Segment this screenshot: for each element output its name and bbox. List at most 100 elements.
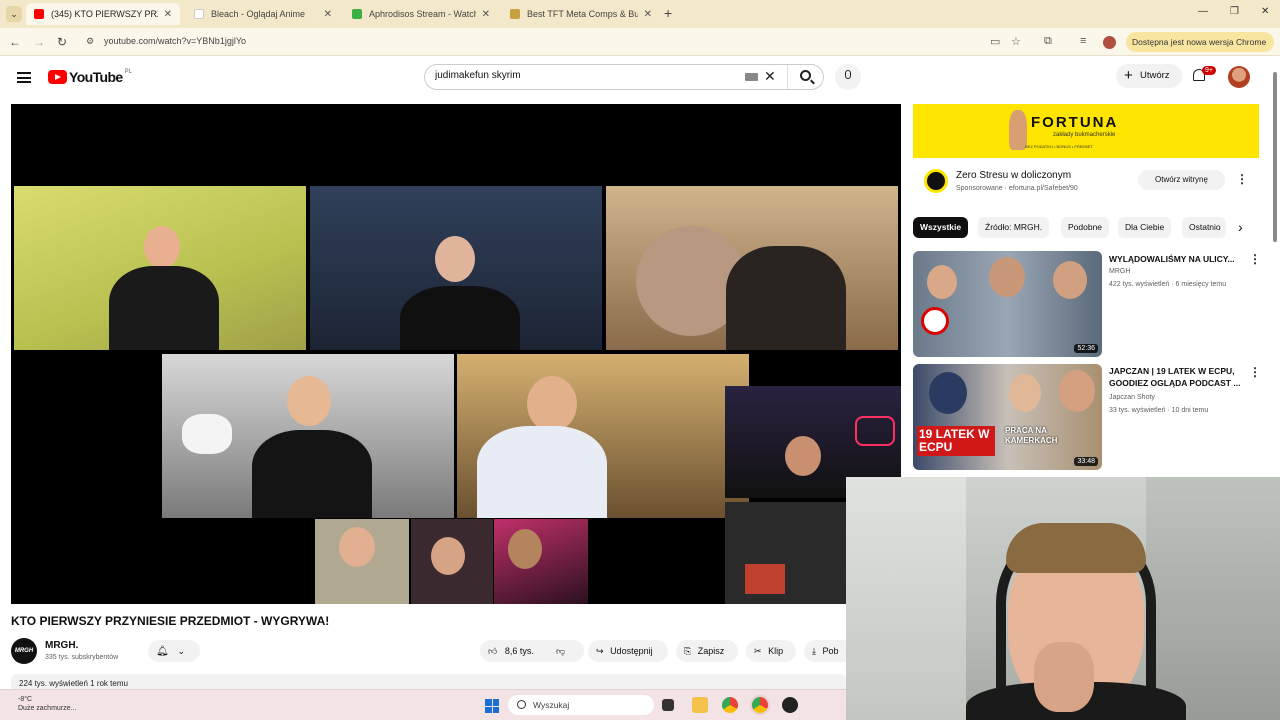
avatar[interactable] xyxy=(1228,66,1250,88)
cast-icon[interactable]: ▭ xyxy=(990,35,1000,48)
chrome-active-icon[interactable] xyxy=(752,697,768,713)
youtube-logo[interactable]: YouTube PL xyxy=(48,69,132,85)
chip-recent[interactable]: Ostatnio xyxy=(1182,217,1226,238)
subscribed-button[interactable]: 🔔︎ ⌄ xyxy=(148,640,200,662)
bookmark-star-icon[interactable]: ☆ xyxy=(1011,35,1021,48)
youtube-header: YouTube PL ✕ + Utwórz 9+ xyxy=(0,56,1280,102)
menu-icon[interactable] xyxy=(17,72,31,83)
browser-tab[interactable]: Best TFT Meta Comps & Builds ... ✕ xyxy=(502,3,660,25)
reading-list-icon[interactable]: ≡ xyxy=(1080,35,1086,47)
close-tab-icon[interactable]: ✕ xyxy=(482,9,490,20)
weather-widget[interactable]: -8°C Duże zachmurze... xyxy=(18,695,76,713)
close-tab-icon[interactable]: ✕ xyxy=(644,9,652,20)
download-icon: ⤓ xyxy=(812,646,816,656)
search-input[interactable] xyxy=(435,70,735,81)
task-view-icon[interactable] xyxy=(662,699,674,711)
close-tab-icon[interactable]: ✕ xyxy=(324,9,332,20)
windows-start-icon[interactable] xyxy=(485,699,499,713)
weather-desc: Duże zachmurze... xyxy=(18,705,77,712)
taskbar-search[interactable]: Wyszukaj xyxy=(508,695,654,715)
ad-headline[interactable]: Zero Stresu w doliczonym xyxy=(956,170,1071,181)
site-favicon-icon xyxy=(352,9,362,19)
create-button[interactable]: + Utwórz xyxy=(1116,64,1182,88)
voice-search-button[interactable] xyxy=(835,64,861,90)
tab-search-button[interactable]: ⌄ xyxy=(6,6,22,22)
share-button[interactable]: ↪ Udostępnij xyxy=(588,640,668,662)
video-player[interactable] xyxy=(11,104,901,604)
related-title[interactable]: WYLĄDOWALIŚMY NA ULICY... xyxy=(1109,253,1247,265)
video-frame-cam xyxy=(606,186,898,350)
search-button[interactable] xyxy=(787,65,825,89)
address-bar[interactable]: ⚙ youtube.com/watch?v=YBNb1jgjlYo xyxy=(80,31,980,53)
youtube-play-icon xyxy=(48,70,67,84)
update-label: Dostępna jest nowa wersja Chrome xyxy=(1132,37,1267,47)
url-text: youtube.com/watch?v=YBNb1jgjlYo xyxy=(104,36,247,46)
site-info-icon[interactable]: ⚙ xyxy=(86,36,94,47)
no-sign-icon xyxy=(921,307,949,335)
view-metadata[interactable]: 224 tys. wyświetleń 1 rok temu xyxy=(11,674,846,690)
browser-tabstrip: ⌄ (345) KTO PIERWSZY PRZYN... ✕ Bleach -… xyxy=(0,0,1280,28)
file-explorer-icon[interactable] xyxy=(692,697,708,713)
channel-name[interactable]: MRGH. xyxy=(45,640,78,651)
chevron-right-icon[interactable]: › xyxy=(1238,219,1243,235)
chip-source[interactable]: Źródło: MRGH. xyxy=(978,217,1050,238)
scrollbar[interactable] xyxy=(1270,62,1280,477)
download-button[interactable]: ⤓ Pob xyxy=(804,640,846,662)
clear-icon[interactable]: ✕ xyxy=(764,68,776,85)
chip-all[interactable]: Wszystkie xyxy=(913,217,969,238)
browser-toolbar: ← → ↻ ⚙ youtube.com/watch?v=YBNb1jgjlYo … xyxy=(0,28,1280,67)
browser-tab-active[interactable]: (345) KTO PIERWSZY PRZYN... ✕ xyxy=(26,3,180,25)
related-meta: 33 tys. wyświetleń · 10 dni temu xyxy=(1109,407,1209,414)
chrome-update-button[interactable]: Dostępna jest nowa wersja Chrome ⋮ xyxy=(1126,32,1274,67)
channel-avatar[interactable]: MRGH xyxy=(11,638,37,664)
close-window-icon[interactable]: ✕ xyxy=(1261,6,1269,17)
browser-tab[interactable]: Bleach - Oglądaj Anime ✕ xyxy=(186,3,340,25)
search-box[interactable]: ✕ xyxy=(424,64,824,90)
minimize-icon[interactable]: — xyxy=(1198,6,1208,17)
like-dislike-group: 👍︎ 8,6 tys. 👎︎ xyxy=(480,640,584,662)
ad-logo-icon[interactable] xyxy=(924,169,948,193)
dislike-icon[interactable]: 👎︎ xyxy=(556,640,565,662)
ad-banner-strip: BEZ PODATKU • BONUS • FREEBET xyxy=(1025,144,1093,149)
related-thumbnail[interactable]: 19 LATEK W ECPU PRACA NA KAMERKACH 33:48 xyxy=(913,364,1102,470)
country-code: PL xyxy=(124,69,132,75)
reload-icon[interactable]: ↻ xyxy=(57,35,67,49)
kebab-icon[interactable]: ⋮ xyxy=(1249,252,1261,266)
chip-for-you[interactable]: Dla Ciebie xyxy=(1118,217,1172,238)
new-tab-button[interactable]: + xyxy=(664,5,672,21)
kebab-icon[interactable]: ⋮ xyxy=(1236,172,1248,186)
back-icon[interactable]: ← xyxy=(9,35,21,49)
extensions-icon[interactable]: ⧉ xyxy=(1044,35,1052,48)
scroll-thumb[interactable] xyxy=(1273,72,1277,242)
forward-icon[interactable]: → xyxy=(33,35,45,49)
ad-banner[interactable]: FORTUNA zakłady bukmacherskie BEZ PODATK… xyxy=(913,104,1259,158)
chip-similar[interactable]: Podobne xyxy=(1061,217,1110,238)
create-label: Utwórz xyxy=(1140,70,1170,81)
like-count[interactable]: 8,6 tys. xyxy=(505,646,534,656)
video-duration: 52:36 xyxy=(1074,344,1098,353)
open-site-button[interactable]: Otwórz witrynę xyxy=(1138,170,1225,190)
ad-sponsored-label: Sponsorowane · efortuna.pl/Safebet/90 xyxy=(956,185,1078,192)
clip-button[interactable]: ✂ Klip xyxy=(746,640,796,662)
restore-icon[interactable]: ❐ xyxy=(1230,6,1239,17)
profile-avatar[interactable] xyxy=(1103,36,1116,49)
video-frame-cam xyxy=(457,354,749,518)
browser-tab[interactable]: Aphrodisos Stream - Watch Liv... ✕ xyxy=(344,3,498,25)
related-thumbnail[interactable]: 52:36 xyxy=(913,251,1102,357)
keyboard-icon[interactable] xyxy=(745,73,758,81)
obs-icon[interactable] xyxy=(782,697,798,713)
related-title[interactable]: JAPCZAN | 19 LATEK W ECPU, GOODIEZ OGLĄD… xyxy=(1109,365,1247,389)
like-icon[interactable]: 👍︎ xyxy=(488,646,497,656)
subscriber-count: 335 tys. subskrybentów xyxy=(45,654,119,661)
kebab-icon[interactable]: ⋮ xyxy=(1249,365,1261,379)
chrome-icon[interactable] xyxy=(722,697,738,713)
tab-title: (345) KTO PIERWSZY PRZYN... xyxy=(51,9,158,19)
close-tab-icon[interactable]: ✕ xyxy=(164,9,172,20)
save-button[interactable]: ⎘ Zapisz xyxy=(676,640,738,662)
related-channel[interactable]: Japczan Shoty xyxy=(1109,392,1155,404)
video-frame-cam xyxy=(411,519,493,604)
thumbnail-overlay-text: 19 LATEK W ECPU xyxy=(917,426,995,456)
video-frame-cam xyxy=(162,354,454,518)
windows-taskbar: -8°C Duże zachmurze... Wyszukaj xyxy=(0,689,846,720)
related-channel[interactable]: MRGH xyxy=(1109,266,1130,278)
